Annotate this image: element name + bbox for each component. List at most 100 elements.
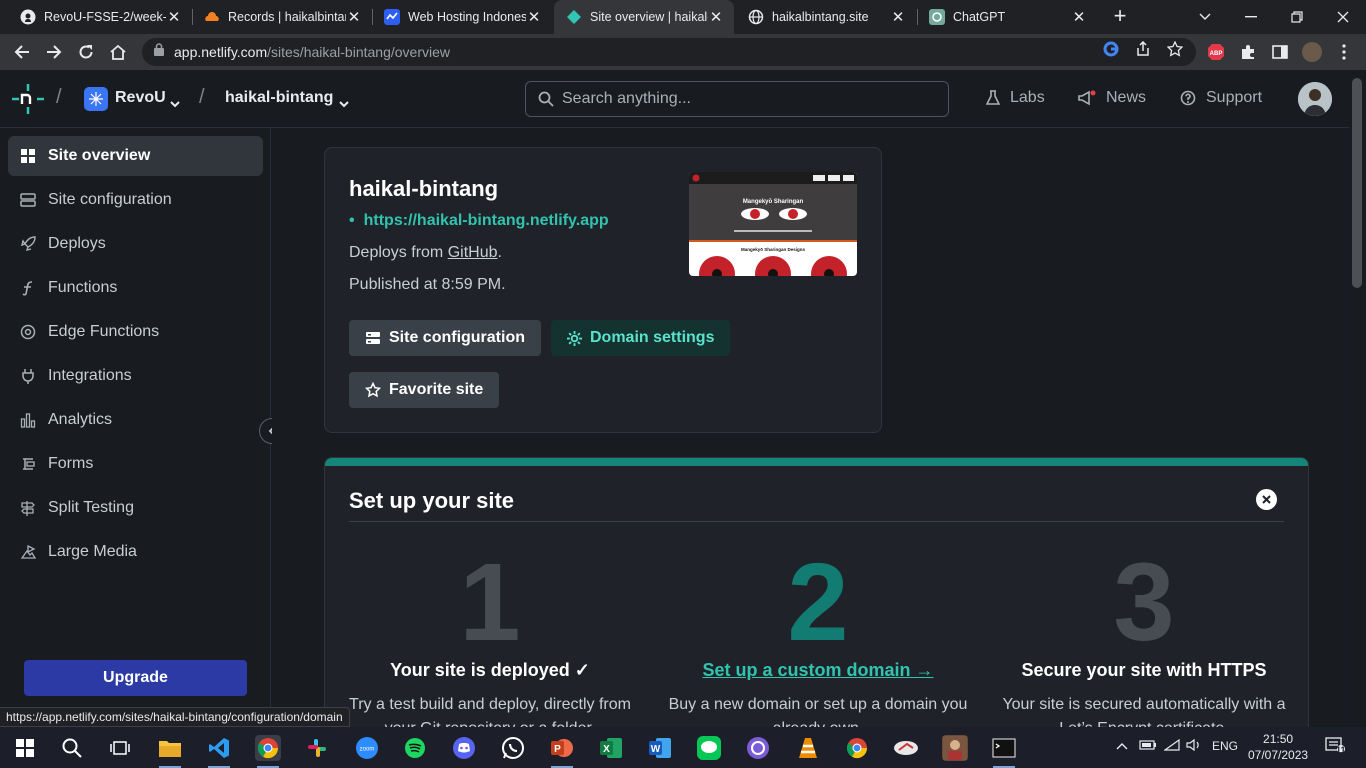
scrollbar-thumb[interactable] bbox=[1352, 78, 1362, 288]
side-panel-icon[interactable] bbox=[1270, 42, 1290, 62]
system-clock[interactable]: 21:50 07/07/2023 bbox=[1248, 731, 1308, 763]
task-view-icon[interactable] bbox=[107, 735, 133, 761]
tab-site[interactable]: haikalbintang.site ✕ bbox=[736, 0, 916, 34]
setup-step-3: 3 Secure your site with HTTPS Your site … bbox=[989, 548, 1299, 741]
home-button[interactable] bbox=[104, 38, 132, 66]
word-icon[interactable]: W bbox=[647, 735, 673, 761]
menu-icon[interactable] bbox=[1334, 42, 1354, 62]
sidebar-item-deploys[interactable]: Deploys bbox=[8, 224, 263, 264]
step-number: 1 bbox=[459, 541, 521, 664]
address-bar[interactable]: app.netlify.com/sites/haikal-bintang/ove… bbox=[142, 38, 1196, 66]
tab-netlify[interactable]: Site overview | haikal-bintang ✕ bbox=[554, 0, 734, 34]
tab-github[interactable]: RevoU-FSSE-2/week-4 ✕ bbox=[8, 0, 192, 34]
close-window-button[interactable] bbox=[1320, 0, 1366, 34]
bookmark-star-icon[interactable] bbox=[1167, 41, 1183, 57]
site-switcher[interactable]: haikal-bintang bbox=[225, 89, 333, 107]
close-icon[interactable]: ✕ bbox=[166, 8, 182, 26]
news-link[interactable]: News bbox=[1078, 89, 1146, 107]
windows-start-icon[interactable] bbox=[12, 735, 38, 761]
game-icon[interactable] bbox=[942, 735, 968, 761]
chevron-down-icon[interactable] bbox=[170, 95, 180, 113]
sidebar-item-split-testing[interactable]: Split Testing bbox=[8, 488, 263, 528]
chevron-down-icon[interactable] bbox=[339, 95, 349, 113]
sidebar-item-analytics[interactable]: Analytics bbox=[8, 400, 263, 440]
svg-text:ABP: ABP bbox=[1210, 51, 1223, 57]
sidebar-item-forms[interactable]: Forms bbox=[8, 444, 263, 484]
favorite-site-button[interactable]: Favorite site bbox=[349, 372, 500, 408]
custom-domain-link[interactable]: Set up a custom domain → bbox=[663, 660, 973, 681]
slack-icon[interactable] bbox=[304, 735, 330, 761]
sidebar-item-site-overview[interactable]: Site overview bbox=[8, 136, 263, 176]
search-icon[interactable] bbox=[59, 735, 85, 761]
upgrade-button[interactable]: Upgrade bbox=[24, 660, 247, 696]
line-icon[interactable] bbox=[696, 735, 722, 761]
close-icon[interactable]: ✕ bbox=[526, 8, 542, 26]
discord-icon[interactable] bbox=[451, 735, 477, 761]
terminal-icon[interactable] bbox=[991, 735, 1017, 768]
restore-button[interactable] bbox=[1274, 0, 1320, 34]
zoom-icon[interactable]: zoom bbox=[354, 735, 380, 761]
powerpoint-icon[interactable]: P bbox=[549, 735, 575, 768]
chrome-profile-icon[interactable] bbox=[844, 735, 870, 761]
vlc-icon[interactable] bbox=[795, 735, 821, 761]
spotify-icon[interactable] bbox=[402, 735, 428, 761]
volume-icon[interactable] bbox=[1186, 738, 1202, 754]
close-icon[interactable]: ✕ bbox=[890, 8, 906, 26]
tab-cloudflare[interactable]: Records | haikalbintang ✕ bbox=[192, 0, 372, 34]
sidebar-item-edge-functions[interactable]: Edge Functions bbox=[8, 312, 263, 352]
sidebar-item-large-media[interactable]: Large Media bbox=[8, 532, 263, 572]
lock-icon[interactable] bbox=[154, 43, 164, 61]
adblock-icon[interactable]: ABP bbox=[1206, 42, 1226, 62]
form-icon bbox=[23, 458, 35, 470]
search-input[interactable]: Search anything... bbox=[525, 81, 949, 117]
site-preview-thumbnail[interactable]: Mangekyō Sharingan Mangekyō Sharingan De… bbox=[689, 172, 857, 276]
profile-avatar[interactable] bbox=[1302, 42, 1322, 62]
tab-chatgpt[interactable]: ChatGPT ✕ bbox=[917, 0, 1097, 34]
forward-button[interactable] bbox=[40, 38, 68, 66]
labs-link[interactable]: Labs bbox=[986, 89, 1045, 107]
tab-title: Site overview | haikal-bintang bbox=[590, 10, 708, 24]
close-icon[interactable]: ✕ bbox=[1071, 8, 1087, 26]
app-header: / RevoU / haikal-bintang Search anything… bbox=[0, 70, 1366, 128]
browser-toolbar: app.netlify.com/sites/haikal-bintang/ove… bbox=[0, 34, 1366, 70]
new-tab-button[interactable]: + bbox=[1108, 5, 1132, 29]
chrome-icon[interactable] bbox=[255, 735, 281, 768]
excel-icon[interactable]: X bbox=[598, 735, 624, 761]
sidebar-item-site-configuration[interactable]: Site configuration bbox=[8, 180, 263, 220]
google-icon[interactable] bbox=[1103, 41, 1119, 57]
sidebar: Site overview Site configuration Deploys… bbox=[0, 128, 271, 726]
tab-search-icon[interactable] bbox=[1182, 0, 1228, 34]
close-icon[interactable]: ✕ bbox=[346, 8, 362, 26]
app-icon[interactable] bbox=[893, 735, 919, 761]
vscode-icon[interactable] bbox=[206, 735, 232, 768]
close-icon[interactable] bbox=[1256, 489, 1277, 510]
chevron-up-icon[interactable] bbox=[1116, 739, 1128, 753]
user-avatar[interactable] bbox=[1298, 82, 1332, 116]
step-heading: Your site is deployed ✓ bbox=[390, 660, 590, 680]
battery-icon[interactable] bbox=[1139, 739, 1157, 753]
back-button[interactable] bbox=[8, 38, 36, 66]
reload-button[interactable] bbox=[72, 38, 100, 66]
page-scrollbar[interactable] bbox=[1349, 70, 1366, 726]
breadcrumb-separator: / bbox=[56, 86, 62, 108]
netlify-logo-icon[interactable] bbox=[12, 84, 44, 119]
github-link[interactable]: GitHub bbox=[448, 244, 498, 261]
close-icon[interactable]: ✕ bbox=[708, 8, 724, 26]
wifi-icon[interactable] bbox=[1163, 738, 1180, 754]
domain-settings-button[interactable]: Domain settings bbox=[551, 320, 731, 356]
bar-chart-icon bbox=[20, 413, 36, 428]
sidebar-item-functions[interactable]: Functions bbox=[8, 268, 263, 308]
language-indicator[interactable]: ENG bbox=[1212, 739, 1238, 753]
tab-hosting[interactable]: Web Hosting Indonesia ✕ bbox=[372, 0, 552, 34]
minimize-button[interactable] bbox=[1228, 0, 1274, 34]
torrent-icon[interactable] bbox=[745, 735, 771, 761]
share-icon[interactable] bbox=[1135, 41, 1151, 57]
file-explorer-icon[interactable] bbox=[157, 735, 183, 768]
support-link[interactable]: Support bbox=[1180, 89, 1262, 107]
sidebar-item-integrations[interactable]: Integrations bbox=[8, 356, 263, 396]
whatsapp-icon[interactable] bbox=[500, 735, 526, 761]
extensions-icon[interactable] bbox=[1238, 42, 1258, 62]
site-configuration-button[interactable]: Site configuration bbox=[349, 320, 541, 356]
team-switcher[interactable]: RevoU bbox=[115, 89, 166, 107]
site-url-link[interactable]: https://haikal-bintang.netlify.app bbox=[349, 212, 609, 230]
